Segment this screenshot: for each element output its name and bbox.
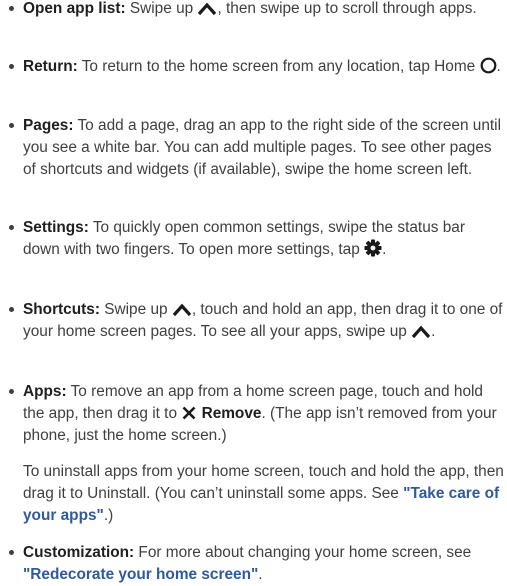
item-term: Shortcuts: — [23, 301, 100, 318]
bullet-dot — [9, 550, 14, 555]
gear-icon — [364, 239, 382, 257]
bullet-dot — [9, 307, 14, 312]
chevron-up-icon — [197, 2, 217, 16]
bullet-dot — [9, 123, 14, 128]
bullet-dot — [9, 389, 14, 394]
remove-label: Remove — [201, 405, 262, 422]
item-term: Apps: — [23, 383, 67, 400]
list-item-return: Return: To return to the home screen fro… — [9, 56, 505, 78]
list-item-pages: Pages: To add a page, drag an app to the… — [9, 115, 505, 181]
list-item-open-app-list: Open app list: Swipe up , then swipe up … — [9, 0, 505, 20]
chevron-up-icon — [411, 325, 431, 339]
list-item-shortcuts: Shortcuts: Swipe up , touch and hold an … — [9, 299, 505, 343]
bullet-dot — [9, 6, 14, 11]
item-term: Customization: — [23, 544, 135, 561]
item-term: Settings: — [23, 219, 89, 236]
uninstall-note: To uninstall apps from your home screen,… — [23, 463, 504, 524]
home-circle-icon — [480, 57, 497, 74]
close-x-icon — [181, 405, 197, 421]
item-term: Return: — [23, 58, 78, 75]
item-term: Pages: — [23, 117, 74, 134]
bullet-dot — [9, 64, 14, 69]
list-item-settings: Settings: To quickly open common setting… — [9, 217, 505, 261]
bullet-dot — [9, 225, 14, 230]
chevron-up-icon — [172, 303, 192, 317]
list-item-apps: Apps: To remove an app from a home scree… — [9, 381, 505, 447]
list-item-customization: Customization: For more about changing y… — [9, 542, 505, 586]
redecorate-home-screen-link[interactable]: "Redecorate your home screen" — [23, 566, 258, 583]
item-term: Open app list: — [23, 0, 126, 17]
document-page: Open app list: Swipe up , then swipe up … — [0, 0, 507, 583]
